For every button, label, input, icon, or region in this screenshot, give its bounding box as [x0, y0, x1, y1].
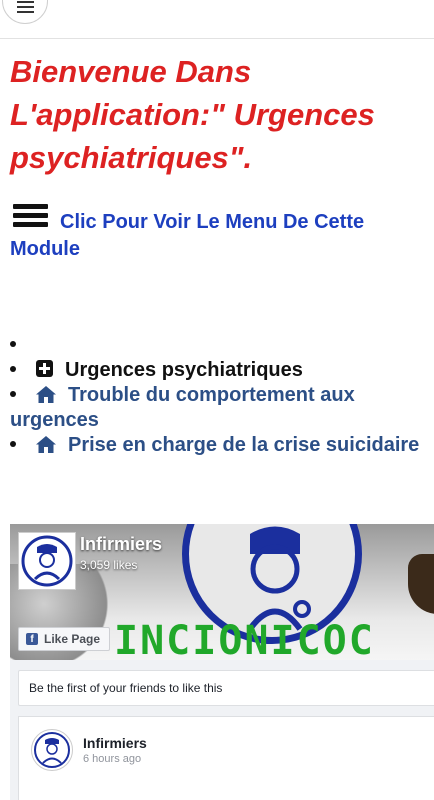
module-menu-link[interactable]: Clic Pour Voir Le Menu De Cette Module [10, 200, 425, 263]
cover-brand-text: INCIONICOC [114, 622, 375, 660]
plus-square-icon [36, 360, 53, 377]
welcome-title: Bienvenue Dans L'application:" Urgences … [10, 54, 375, 175]
page-name[interactable]: Infirmiers [80, 534, 162, 555]
home-icon [36, 386, 56, 403]
nav-item-trouble-comportement[interactable]: Trouble du comportement aux urgences [10, 383, 434, 433]
facebook-post: Infirmiers 6 hours ago [18, 716, 434, 800]
like-page-button[interactable]: f Like Page [18, 627, 110, 651]
facebook-icon: f [26, 633, 38, 645]
top-bar [0, 0, 434, 39]
menu-toggle-button[interactable] [2, 0, 48, 24]
nav-item-label: Prise en charge de la crise suicidaire [68, 434, 420, 456]
hamburger-menu-icon [17, 1, 34, 13]
module-nav-list: Urgences psychiatriques Trouble du compo… [10, 333, 434, 458]
nav-item-label: Trouble du comportement aux urgences [10, 384, 355, 431]
page-likes-count: 3,059 likes [80, 558, 138, 572]
nurse-illustration-icon [247, 526, 311, 631]
home-icon [36, 436, 56, 453]
post-author-avatar[interactable] [31, 729, 73, 771]
post-timestamp[interactable]: 6 hours ago [83, 753, 141, 765]
page-avatar[interactable] [18, 532, 76, 590]
cover-image: INCIONICOC Infirmiers 3,059 likes f Like… [10, 524, 434, 660]
nav-item-urgences-psychiatriques[interactable]: Urgences psychiatriques [10, 358, 434, 383]
facebook-page-widget: INCIONICOC Infirmiers 3,059 likes f Like… [10, 524, 434, 800]
post-author-name[interactable]: Infirmiers [83, 735, 147, 751]
like-page-label: Like Page [44, 632, 101, 646]
nav-item-label: Urgences psychiatriques [65, 359, 303, 381]
friends-prompt: Be the first of your friends to like thi… [18, 670, 434, 706]
nurse-logo-icon [21, 535, 73, 587]
cover-decoration [408, 554, 434, 614]
nurse-logo-icon [34, 732, 70, 768]
hamburger-menu-icon [10, 200, 48, 230]
nav-item-crise-suicidaire[interactable]: Prise en charge de la crise suicidaire [10, 433, 434, 458]
module-menu-label: Clic Pour Voir Le Menu De Cette Module [10, 211, 365, 260]
list-item [10, 333, 434, 358]
